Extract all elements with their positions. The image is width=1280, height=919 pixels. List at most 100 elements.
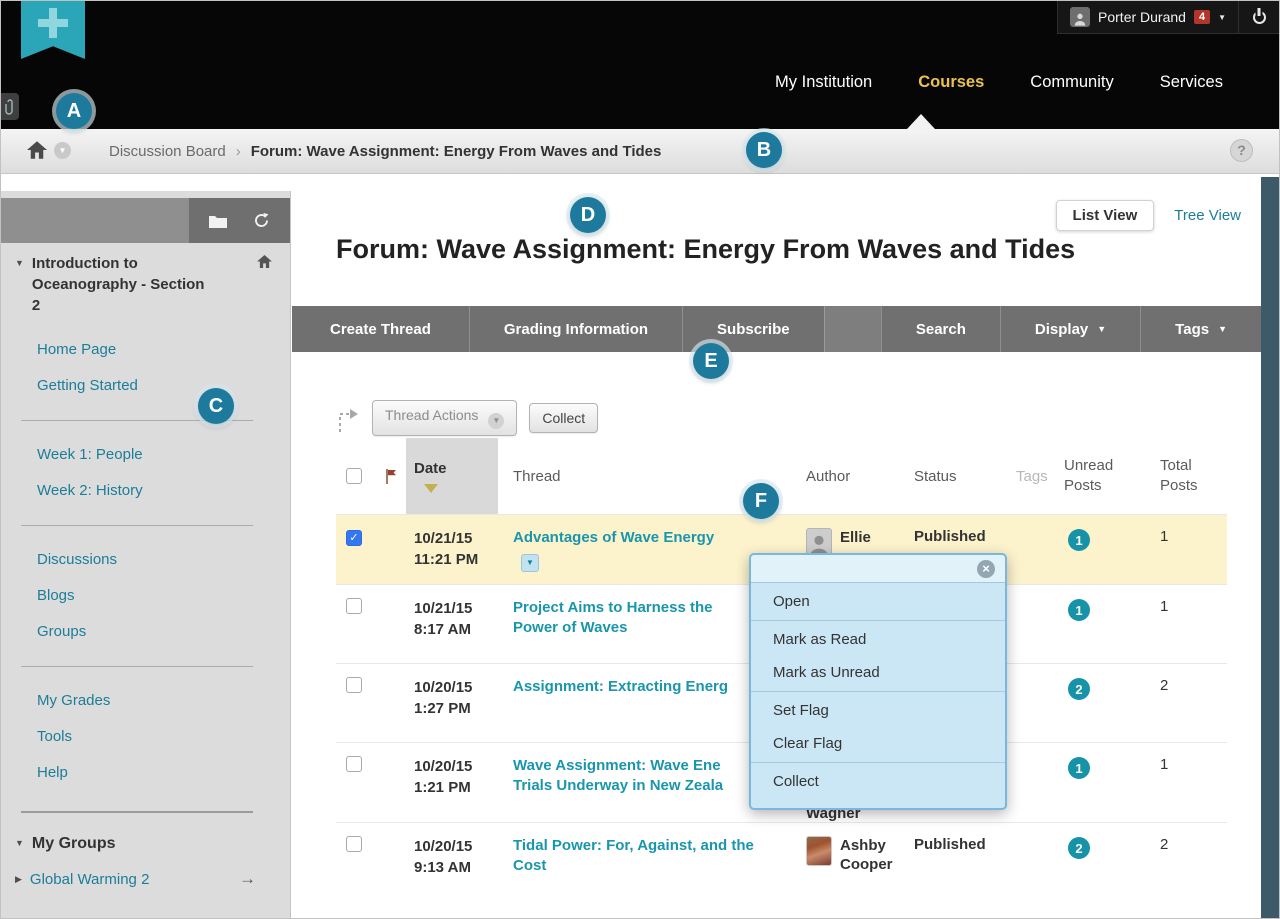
notification-badge: 4 (1194, 10, 1210, 24)
my-groups-header[interactable]: ▼ My Groups (13, 833, 272, 855)
sidebar-item-week-1-people[interactable]: Week 1: People (37, 446, 143, 463)
paperclip-tab[interactable] (1, 93, 19, 120)
date-cell: 10/21/158:17 AM (406, 585, 498, 663)
thread-link[interactable]: Tidal Power: For, Against, and theCost (513, 837, 792, 876)
tags-menu-button[interactable]: Tags▼ (1140, 306, 1261, 352)
unread-cell: 1 (1052, 515, 1148, 584)
row-checkbox[interactable] (346, 756, 362, 772)
sidebar-item-my-grades[interactable]: My Grades (37, 692, 110, 709)
menu-item-open[interactable]: Open (751, 585, 1005, 618)
unread-count-badge[interactable]: 2 (1068, 837, 1090, 859)
unread-count-badge[interactable]: 1 (1068, 599, 1090, 621)
course-menu-toolbar-buttons (189, 198, 290, 243)
menu-item-collect[interactable]: Collect (751, 765, 1005, 798)
sort-descending-icon (424, 484, 438, 493)
divider (21, 811, 253, 813)
add-tool-tab[interactable] (21, 1, 85, 59)
table-header: Date Thread Author Status Tags Unread Po… (336, 438, 1227, 514)
sidebar-item-discussions[interactable]: Discussions (37, 551, 117, 568)
sidebar-item-help[interactable]: Help (37, 764, 68, 781)
divider (21, 525, 253, 526)
top-navigation-bar: Porter Durand 4 ▼ My Institution Courses… (1, 1, 1279, 129)
menu-item-set-flag[interactable]: Set Flag (751, 694, 1005, 727)
date-cell: 10/20/151:27 PM (406, 664, 498, 742)
column-header-unread-posts: Unread Posts (1052, 438, 1148, 514)
unread-count-badge[interactable]: 2 (1068, 678, 1090, 700)
create-thread-button[interactable]: Create Thread (292, 306, 469, 352)
course-home-icon[interactable] (257, 255, 272, 316)
annotation-circle-a: A (56, 93, 92, 129)
menu-item-mark-as-unread[interactable]: Mark as Unread (751, 656, 1005, 689)
tab-community[interactable]: Community (1030, 72, 1113, 92)
tab-courses[interactable]: Courses (918, 72, 984, 92)
menu-group-personal: My Grades Tools Help (13, 683, 272, 791)
sidebar-item-global-warming-2[interactable]: Global Warming 2 (30, 871, 150, 888)
search-button[interactable]: Search (881, 306, 1000, 352)
user-menu[interactable]: Porter Durand 4 ▼ (1057, 1, 1238, 34)
row-checkbox[interactable] (346, 677, 362, 693)
tab-my-institution[interactable]: My Institution (775, 72, 872, 92)
thread-link[interactable]: Advantages of Wave Energy (513, 529, 714, 546)
column-header-date[interactable]: Date (406, 438, 498, 514)
chevron-down-icon: ▼ (1097, 324, 1106, 334)
list-item: Week 1: People (37, 437, 272, 473)
sidebar-item-groups[interactable]: Groups (37, 623, 86, 640)
sidebar-item-getting-started[interactable]: Getting Started (37, 377, 138, 394)
select-all-arrow-icon (336, 406, 360, 439)
tree-view-tab[interactable]: Tree View (1174, 207, 1241, 224)
annotation-circle-e: E (693, 343, 729, 379)
logout-button[interactable] (1238, 1, 1279, 34)
select-all-checkbox[interactable] (346, 468, 362, 484)
sidebar-item-week-2-history[interactable]: Week 2: History (37, 482, 143, 499)
breadcrumb-current-page: Forum: Wave Assignment: Energy From Wave… (251, 143, 662, 160)
flag-cell (376, 585, 406, 663)
breadcrumb-trail: Discussion Board › Forum: Wave Assignmen… (109, 129, 661, 173)
total-cell: 1 (1148, 585, 1227, 663)
total-cell: 1 (1148, 515, 1227, 584)
thread-link[interactable]: Assignment: Extracting Energ (513, 678, 728, 695)
page-title: Forum: Wave Assignment: Energy From Wave… (336, 234, 1075, 265)
view-toggle: List View Tree View (1056, 200, 1241, 231)
thread-actions-button[interactable]: Thread Actions▼ (372, 400, 517, 436)
collapse-arrow-icon[interactable]: ▼ (15, 253, 24, 316)
flag-cell (376, 515, 406, 584)
thread-actions-label: Thread Actions (385, 407, 478, 423)
breadcrumb-home[interactable]: ▼ (27, 141, 71, 159)
sidebar-item-blogs[interactable]: Blogs (37, 587, 75, 604)
course-header: ▼ Introduction to Oceanography - Section… (13, 253, 272, 316)
sidebar-item-home-page[interactable]: Home Page (37, 341, 116, 358)
tags-cell (1004, 585, 1052, 663)
list-item: My Grades (37, 683, 272, 719)
author-name: Ellie (840, 528, 871, 547)
author-name: Ashby Cooper (840, 836, 904, 874)
open-menu-in-window-button[interactable] (203, 206, 233, 236)
unread-count-badge[interactable]: 1 (1068, 757, 1090, 779)
refresh-button[interactable] (246, 206, 276, 236)
thread-context-menu-button[interactable]: ▼ (521, 554, 539, 572)
menu-item-clear-flag[interactable]: Clear Flag (751, 727, 1005, 760)
expand-arrow-icon[interactable]: ▶ (15, 869, 22, 889)
sidebar-item-tools[interactable]: Tools (37, 728, 72, 745)
chevron-down-icon[interactable]: ▼ (54, 142, 71, 159)
tab-services[interactable]: Services (1160, 72, 1223, 92)
help-button[interactable]: ? (1230, 139, 1253, 162)
my-groups-item: ▶ Global Warming 2 → (13, 869, 272, 889)
close-icon[interactable]: × (977, 560, 995, 578)
menu-group-tools: Discussions Blogs Groups (13, 542, 272, 650)
row-checkbox[interactable] (346, 836, 362, 852)
unread-count-badge[interactable]: 1 (1068, 529, 1090, 551)
grading-information-button[interactable]: Grading Information (469, 306, 682, 352)
total-cell: 2 (1148, 664, 1227, 742)
collect-button[interactable]: Collect (529, 403, 598, 433)
date-cell: 10/20/151:21 PM (406, 743, 498, 822)
menu-item-mark-as-read[interactable]: Mark as Read (751, 623, 1005, 656)
breadcrumb-link-discussion-board[interactable]: Discussion Board (109, 143, 226, 160)
display-menu-button[interactable]: Display▼ (1000, 306, 1140, 352)
row-checkbox[interactable] (346, 598, 362, 614)
checkbox-cell: ✓ (336, 515, 376, 584)
list-item: Tools (37, 719, 272, 755)
unread-cell: 2 (1052, 664, 1148, 742)
row-checkbox[interactable]: ✓ (346, 530, 362, 546)
plus-icon (38, 8, 68, 38)
list-view-tab[interactable]: List View (1056, 200, 1155, 231)
